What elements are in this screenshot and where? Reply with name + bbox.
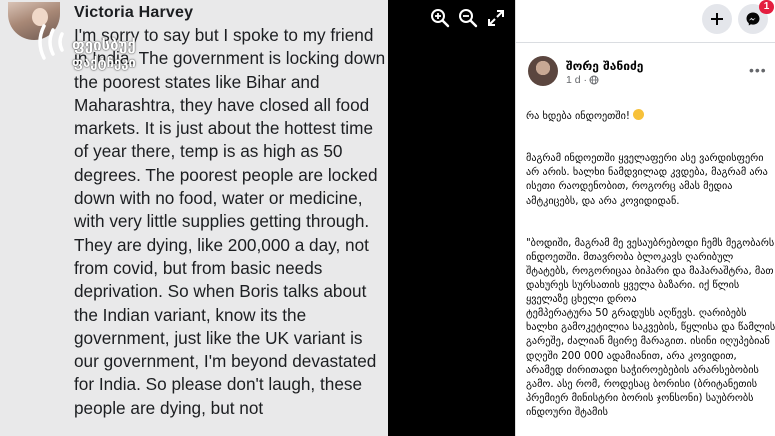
notification-badge: 1	[759, 0, 774, 14]
messenger-icon	[746, 12, 760, 26]
fullscreen-button[interactable]	[486, 8, 506, 28]
post-paragraph-2: მაგრამ ინდოეთში ყველაფერი ასე ვარდისფერი…	[526, 153, 768, 207]
factcheck-watermark: ფეისბუქ ფაქტჩეკი	[36, 14, 176, 72]
globe-icon	[589, 75, 599, 85]
poster-avatar[interactable]	[528, 56, 558, 86]
fullscreen-icon	[488, 10, 504, 26]
emoji-icon	[633, 109, 645, 121]
shared-screenshot-image: Victoria Harvey I'm sorry to say but I s…	[0, 0, 388, 436]
header-divider	[516, 42, 775, 43]
zoom-out-button[interactable]	[458, 8, 478, 28]
top-bar: 1	[516, 0, 775, 40]
poster-name-link[interactable]: შორე შანიძე	[566, 59, 643, 73]
post-details-panel: 1 შორე შანიძე 1 d · ••• რა ხდება ინდოეთშ…	[515, 0, 775, 436]
screenshot-post-text: I'm sorry to say but I spoke to my frien…	[74, 25, 386, 418]
watermark-line-1: ფეისბუქ	[72, 36, 136, 54]
post-paragraph-3: "ბოდიში, მაგრამ მე ვესაუბრებოდი ჩემს მეგ…	[526, 237, 775, 418]
post-body: რა ხდება ინდოეთში! მაგრამ ინდოეთში ყველა…	[526, 95, 775, 436]
create-button[interactable]	[702, 4, 732, 34]
watermark-line-2: ფაქტჩეკი	[72, 56, 136, 71]
zoom-in-icon	[431, 9, 450, 28]
plus-icon	[711, 13, 723, 25]
post-paragraph-1: რა ხდება ინდოეთში!	[526, 111, 630, 123]
zoom-out-icon	[459, 9, 478, 28]
zoom-in-button[interactable]	[430, 8, 450, 28]
more-options-icon[interactable]: •••	[749, 62, 767, 78]
post-meta: 1 d ·	[566, 74, 599, 86]
watermark-waves-icon	[38, 24, 64, 60]
post-timestamp[interactable]: 1 d ·	[566, 74, 587, 86]
